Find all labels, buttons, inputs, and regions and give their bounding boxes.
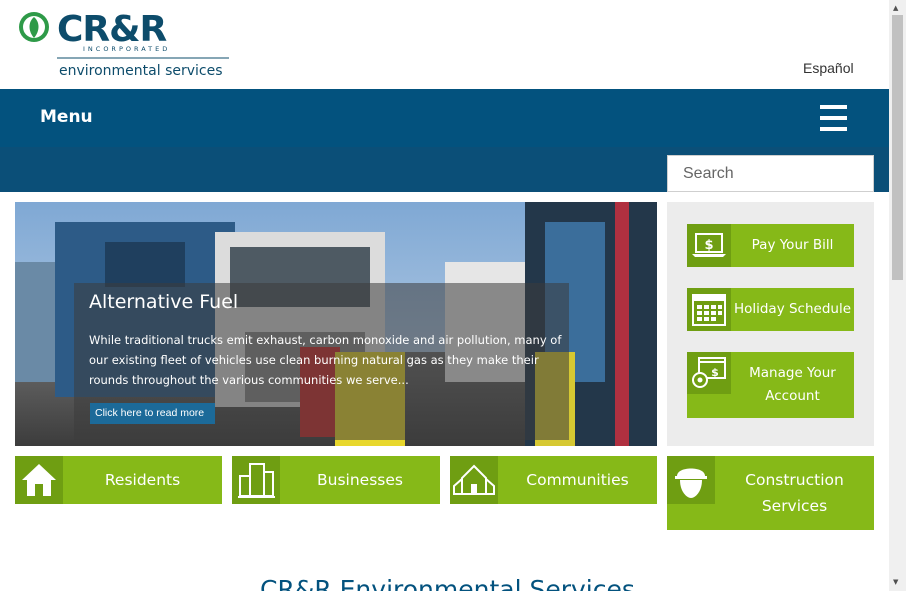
main-navbar	[0, 89, 889, 147]
hero-description: While traditional trucks emit exhaust, c…	[89, 333, 562, 387]
buildings-icon	[232, 456, 280, 504]
hardhat-worker-icon	[667, 456, 715, 504]
calendar-icon	[687, 288, 731, 331]
account-settings-icon: $	[687, 352, 731, 394]
construction-services-label: Construction Services	[745, 471, 844, 515]
logo-incorporated: INCORPORATED	[83, 45, 170, 53]
residents-label: Residents	[104, 471, 181, 489]
businesses-button[interactable]: Businesses	[232, 456, 440, 504]
residents-button[interactable]: Residents	[15, 456, 222, 504]
community-icon	[450, 456, 498, 504]
businesses-label: Businesses	[317, 471, 403, 489]
language-link-espanol[interactable]: Español	[803, 60, 854, 76]
holiday-schedule-button[interactable]: Holiday Schedule	[687, 288, 854, 331]
cr-r-logo[interactable]: CR&R INCORPORATED environmental services	[19, 11, 231, 81]
scrollbar-thumb[interactable]	[892, 15, 903, 280]
svg-text:$: $	[704, 238, 713, 253]
scroll-down-arrow-icon[interactable]: ▼	[893, 578, 898, 586]
logo-subtitle: environmental services	[59, 63, 223, 79]
menu-label[interactable]: Menu	[40, 107, 93, 127]
communities-button[interactable]: Communities	[450, 456, 657, 504]
manage-account-button[interactable]: $ Manage Your Account	[687, 352, 854, 418]
laptop-dollar-icon: $	[687, 224, 731, 267]
section-heading: CR&R Environmental Services	[260, 575, 635, 591]
hero-title: Alternative Fuel	[89, 291, 239, 313]
house-icon	[15, 456, 63, 504]
pay-bill-button[interactable]: $ Pay Your Bill	[687, 224, 854, 267]
construction-services-button[interactable]: Construction Services	[667, 456, 874, 530]
holiday-schedule-label: Holiday Schedule	[733, 301, 852, 317]
pay-bill-label: Pay Your Bill	[751, 237, 834, 253]
site-header: CR&R INCORPORATED environmental services…	[0, 0, 889, 89]
hamburger-icon[interactable]	[820, 105, 847, 131]
scroll-up-arrow-icon[interactable]: ▲	[893, 4, 898, 12]
search-input[interactable]	[667, 155, 874, 192]
communities-label: Communities	[526, 471, 629, 489]
manage-account-label: Manage Your Account	[749, 365, 836, 404]
read-more-button[interactable]: Click here to read more	[90, 403, 215, 424]
svg-text:$: $	[711, 366, 719, 379]
